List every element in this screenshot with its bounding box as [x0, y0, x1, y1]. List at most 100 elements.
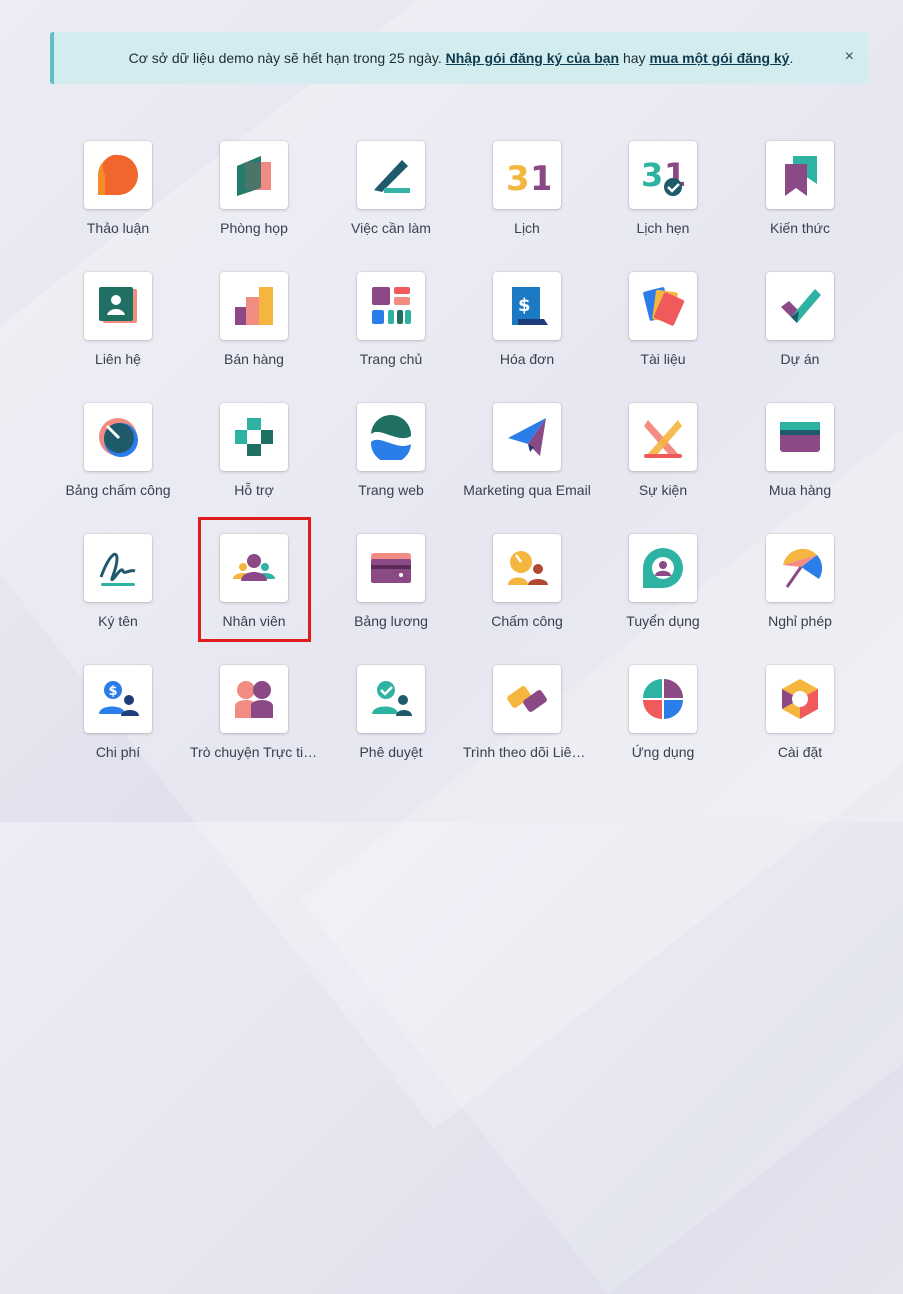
settings-icon	[782, 679, 818, 719]
app-project[interactable]: Dự án	[732, 272, 868, 382]
buy-subscription-link[interactable]: mua một gói đăng ký	[649, 50, 789, 66]
app-contacts[interactable]: Liên hệ	[50, 272, 186, 382]
knowledge-icon	[785, 156, 817, 196]
recruitment-icon	[643, 548, 683, 588]
app-tile	[220, 141, 288, 209]
approvals-icon	[372, 681, 412, 716]
app-label: Phòng họp	[220, 220, 288, 236]
helpdesk-icon	[235, 418, 273, 456]
app-label: Cài đặt	[777, 744, 823, 760]
app-label: Hỗ trợ	[234, 482, 274, 498]
app-label: Trò chuyện Trực tiếp	[190, 744, 318, 760]
app-calendar[interactable]: 3 1 Lịch	[459, 141, 595, 251]
app-tile: $	[493, 272, 561, 340]
app-label: Liên hệ	[95, 351, 141, 367]
app-label: Chi phí	[95, 744, 141, 760]
app-tile	[357, 665, 425, 733]
app-label: Trang web	[358, 482, 424, 498]
app-time-off[interactable]: Nghỉ phép	[732, 534, 868, 644]
app-apps[interactable]: Ứng dụng	[595, 665, 731, 775]
app-attendance[interactable]: Chấm công	[459, 534, 595, 644]
invoice-icon: $	[512, 287, 548, 325]
app-label: Trình theo dõi Liên kết	[463, 744, 591, 760]
app-expenses[interactable]: $ Chi phí	[50, 665, 186, 775]
app-invoicing[interactable]: $ Hóa đơn	[459, 272, 595, 382]
app-label: Bán hàng	[224, 351, 284, 367]
app-tile	[629, 534, 697, 602]
payroll-icon	[371, 553, 411, 583]
app-label: Marketing qua Email	[463, 482, 591, 498]
app-tile	[629, 665, 697, 733]
app-label: Thảo luận	[86, 220, 150, 236]
appointment-icon: 3 1	[641, 156, 686, 196]
app-documents[interactable]: Tài liệu	[595, 272, 731, 382]
app-tile	[357, 272, 425, 340]
discuss-icon	[98, 154, 138, 195]
app-tile: 3 1	[493, 141, 561, 209]
enter-subscription-link[interactable]: Nhập gói đăng ký của bạn	[446, 50, 619, 66]
app-todo[interactable]: Việc cần làm	[323, 141, 459, 251]
app-label: Tài liệu	[640, 351, 686, 367]
app-tile	[220, 403, 288, 471]
app-tile	[493, 534, 561, 602]
app-label: Tuyển dụng	[626, 613, 700, 629]
banner-text: Cơ sở dữ liệu demo này sẽ hết hạn trong …	[128, 50, 446, 66]
app-approvals[interactable]: Phê duyệt	[323, 665, 459, 775]
app-email-marketing[interactable]: Marketing qua Email	[459, 403, 595, 513]
app-label: Sự kiện	[638, 482, 688, 498]
sales-icon	[235, 287, 273, 325]
app-helpdesk[interactable]: Hỗ trợ	[186, 403, 322, 513]
app-label: Mua hàng	[768, 482, 832, 498]
contacts-icon	[99, 287, 137, 323]
svg-text:3: 3	[506, 159, 530, 198]
app-website[interactable]: Trang web	[323, 403, 459, 513]
svg-text:$: $	[109, 684, 118, 699]
timesheet-icon	[99, 418, 138, 457]
app-label: Lịch	[514, 220, 540, 236]
app-tile	[220, 665, 288, 733]
dashboard-icon	[372, 287, 411, 324]
app-sign[interactable]: Ký tên	[50, 534, 186, 644]
app-sales[interactable]: Bán hàng	[186, 272, 322, 382]
app-tile	[766, 403, 834, 471]
app-tile	[357, 403, 425, 471]
website-icon	[370, 414, 412, 460]
app-tile	[629, 403, 697, 471]
todo-icon	[374, 160, 410, 193]
app-events[interactable]: Sự kiện	[595, 403, 731, 513]
app-tile	[84, 403, 152, 471]
app-tile	[84, 141, 152, 209]
app-tile	[357, 141, 425, 209]
svg-text:3: 3	[641, 156, 663, 194]
app-label: Bảng lương	[354, 613, 428, 629]
app-label: Trang chủ	[359, 351, 423, 367]
app-purchase[interactable]: Mua hàng	[732, 403, 868, 513]
app-tile	[766, 272, 834, 340]
app-tile	[357, 534, 425, 602]
app-tile	[84, 272, 152, 340]
app-label: Nghỉ phép	[768, 613, 832, 629]
app-settings[interactable]: Cài đặt	[732, 665, 868, 775]
app-label: Chấm công	[491, 613, 563, 629]
documents-icon	[643, 287, 685, 326]
app-timesheets[interactable]: Bảng chấm công	[50, 403, 186, 513]
close-icon[interactable]: ×	[845, 48, 854, 66]
app-label: Bảng chấm công	[65, 482, 171, 498]
app-payroll[interactable]: Bảng lương	[323, 534, 459, 644]
app-live-chat[interactable]: Trò chuyện Trực tiếp	[186, 665, 322, 775]
app-recruitment[interactable]: Tuyển dụng	[595, 534, 731, 644]
banner-text: hay	[619, 50, 650, 66]
email-marketing-icon	[508, 418, 546, 456]
app-discuss[interactable]: Thảo luận	[50, 141, 186, 251]
app-tile	[84, 534, 152, 602]
app-appointments[interactable]: 3 1 Lịch hẹn	[595, 141, 731, 251]
app-meeting-rooms[interactable]: Phòng họp	[186, 141, 322, 251]
project-icon	[781, 289, 821, 323]
app-link-tracker[interactable]: Trình theo dõi Liên kết	[459, 665, 595, 775]
apps-icon	[643, 679, 683, 719]
app-tile	[766, 665, 834, 733]
app-tile	[766, 141, 834, 209]
app-knowledge[interactable]: Kiến thức	[732, 141, 868, 251]
meeting-room-icon	[237, 156, 271, 196]
app-dashboard[interactable]: Trang chủ	[323, 272, 459, 382]
